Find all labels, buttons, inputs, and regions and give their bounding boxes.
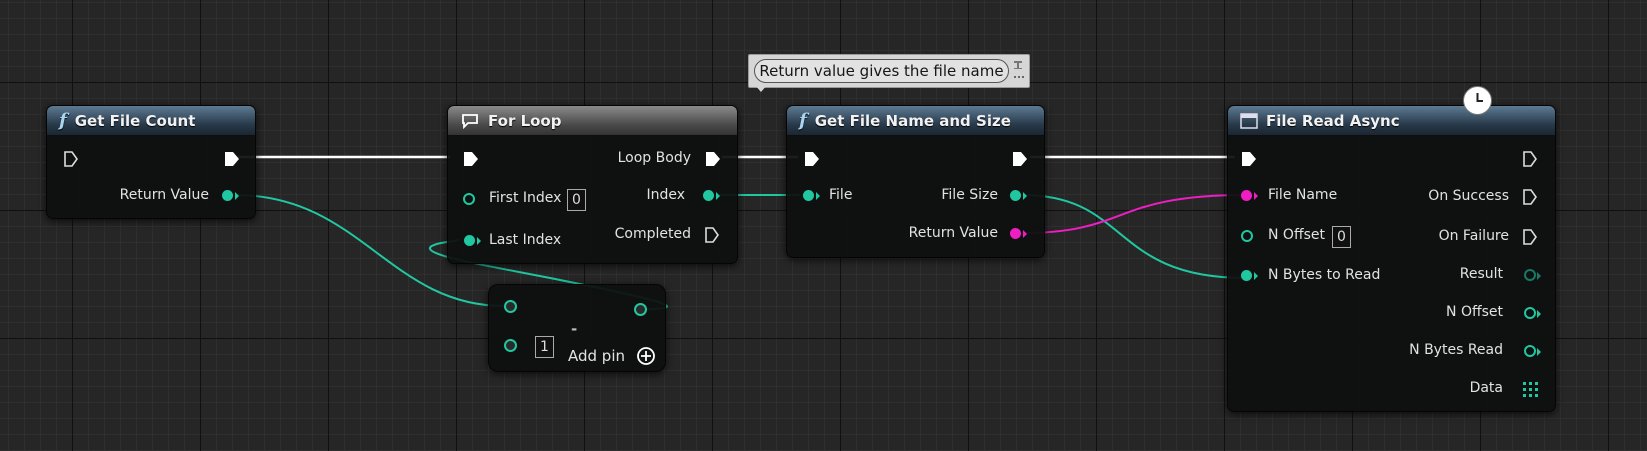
pin-label-return-value: Return Value xyxy=(908,225,998,241)
exec-in-pin[interactable] xyxy=(1240,150,1258,168)
on-success-exec-pin[interactable] xyxy=(1522,188,1538,206)
pin-label-first-index: First Index xyxy=(489,190,562,206)
pin-label-last-index: Last Index xyxy=(489,232,562,248)
input-b-value-input[interactable]: 1 xyxy=(535,336,554,358)
exec-out-pin[interactable] xyxy=(1011,150,1029,168)
pin-label-file-name: File Name xyxy=(1268,187,1338,203)
pin-label-data: Data xyxy=(1469,380,1503,396)
pin-arrow-icon xyxy=(816,192,820,200)
pin-arrow-icon xyxy=(1023,192,1027,200)
pin-label-on-failure: On Failure xyxy=(1438,228,1509,244)
node-title: File Read Async xyxy=(1266,111,1400,130)
wire-filesize-to-nbytes xyxy=(1021,194,1247,279)
node-for-loop[interactable]: For Loop First Index 0 Last Index Loop B… xyxy=(447,105,738,264)
pin-label-on-success: On Success xyxy=(1428,188,1509,204)
exec-in-pin[interactable] xyxy=(63,150,79,168)
node-title: Get File Count xyxy=(74,111,196,130)
function-icon: f xyxy=(799,110,807,131)
latent-clock-icon xyxy=(1463,86,1492,115)
node-subtract[interactable]: 1 - Add pin xyxy=(488,284,666,372)
output-pin[interactable] xyxy=(634,303,647,316)
comment-arrow-icon xyxy=(755,85,767,92)
add-pin-label: Add pin xyxy=(568,347,626,365)
file-size-pin[interactable] xyxy=(1010,190,1021,201)
pin-label-return-value: Return Value xyxy=(119,187,209,203)
n-bytes-read-pin[interactable] xyxy=(1524,345,1536,357)
node-header[interactable]: File Read Async xyxy=(1228,106,1555,136)
pin-label-index: Index xyxy=(646,187,685,203)
macro-icon xyxy=(462,113,478,129)
n-offset-value-input[interactable]: 0 xyxy=(1332,226,1351,248)
comment-text: Return value gives the file name xyxy=(754,59,1009,83)
exec-in-pin[interactable] xyxy=(803,150,821,168)
pin-arrow-icon xyxy=(1023,230,1027,238)
last-index-pin[interactable] xyxy=(464,235,475,246)
pin-label-loop-body: Loop Body xyxy=(617,150,691,166)
result-pin[interactable] xyxy=(1524,269,1536,281)
exec-out-pin[interactable] xyxy=(1522,150,1538,168)
pin-label-n-bytes-read: N Bytes Read xyxy=(1409,342,1503,358)
comment-bubble[interactable]: Return value gives the file name xyxy=(748,54,1030,92)
pin-label-completed: Completed xyxy=(614,226,691,242)
file-name-pin[interactable] xyxy=(1241,190,1252,201)
pin-arrow-icon xyxy=(1537,348,1541,356)
pin-label-file-size: File Size xyxy=(941,187,998,203)
node-header[interactable]: f Get File Count xyxy=(47,106,255,136)
pin-arrow-icon xyxy=(1254,192,1258,200)
return-value-pin[interactable] xyxy=(222,190,233,201)
pin-label-n-offset-out: N Offset xyxy=(1446,304,1503,320)
n-bytes-to-read-pin[interactable] xyxy=(1241,270,1252,281)
node-file-read-async[interactable]: File Read Async File Name N Offset 0 N B… xyxy=(1227,105,1556,412)
pin-arrow-icon xyxy=(1537,310,1541,318)
pin-icon[interactable] xyxy=(1010,58,1026,84)
first-index-value-input[interactable]: 0 xyxy=(567,189,586,211)
wire-returnvalue-to-filename xyxy=(1021,194,1247,234)
pin-arrow-icon xyxy=(235,192,239,200)
pin-arrow-icon xyxy=(1537,272,1541,280)
node-title: Get File Name and Size xyxy=(814,111,1011,130)
pin-arrow-icon xyxy=(716,192,720,200)
node-title: For Loop xyxy=(488,111,562,130)
pin-label-n-offset-in: N Offset xyxy=(1268,227,1325,243)
on-failure-exec-pin[interactable] xyxy=(1522,228,1538,246)
exec-in-pin[interactable] xyxy=(462,150,480,168)
exec-out-pin[interactable] xyxy=(223,150,241,168)
index-pin[interactable] xyxy=(703,190,714,201)
node-get-file-name-and-size[interactable]: f Get File Name and Size File File Size … xyxy=(786,105,1045,258)
pin-label-result: Result xyxy=(1459,266,1503,282)
data-array-pin[interactable] xyxy=(1523,382,1538,397)
completed-exec-pin[interactable] xyxy=(704,226,720,244)
input-b-pin[interactable] xyxy=(504,339,517,352)
window-icon xyxy=(1240,112,1258,129)
n-offset-out-pin[interactable] xyxy=(1524,307,1536,319)
operator-label: - xyxy=(571,320,578,338)
pin-label-file: File xyxy=(829,187,853,203)
node-header[interactable]: f Get File Name and Size xyxy=(787,106,1044,136)
file-pin[interactable] xyxy=(803,190,814,201)
loop-body-exec-pin[interactable] xyxy=(704,150,722,168)
pin-arrow-icon xyxy=(477,237,481,245)
n-offset-in-pin[interactable] xyxy=(1241,230,1253,242)
pin-label-n-bytes-to-read: N Bytes to Read xyxy=(1268,267,1381,283)
add-pin-icon[interactable] xyxy=(636,346,656,366)
node-header[interactable]: For Loop xyxy=(448,106,737,136)
return-value-pin[interactable] xyxy=(1010,228,1021,239)
first-index-pin[interactable] xyxy=(463,193,475,205)
pin-arrow-icon xyxy=(1254,272,1258,280)
node-get-file-count[interactable]: f Get File Count Return Value xyxy=(46,105,256,219)
function-icon: f xyxy=(59,110,67,131)
input-a-pin[interactable] xyxy=(504,300,517,313)
